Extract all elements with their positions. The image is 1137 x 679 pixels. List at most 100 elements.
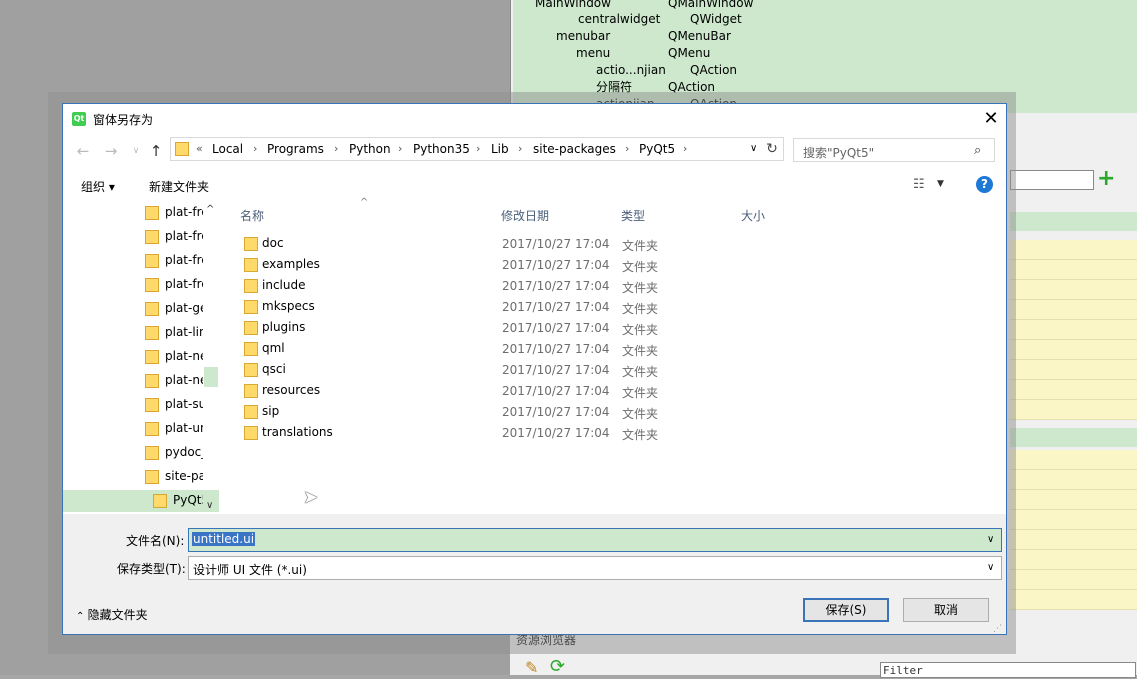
file-row[interactable]: sip 2017/10/27 17:04 文件夹 — [238, 402, 998, 423]
nav-item[interactable]: plat-netbsd — [63, 370, 219, 392]
search-placeholder: 搜索"PyQt5" — [803, 146, 875, 160]
hide-folders-label: 隐藏文件夹 — [87, 608, 148, 622]
tree-row[interactable]: centralwidget QWidget — [513, 11, 1137, 28]
nav-item[interactable]: site-packages — [63, 466, 219, 488]
chevron-right-icon[interactable]: › — [398, 142, 402, 155]
folder-icon — [145, 278, 159, 292]
column-header-size[interactable]: 大小 — [741, 207, 765, 224]
scroll-down-icon[interactable]: ∨ — [206, 500, 213, 511]
file-row[interactable]: translations 2017/10/27 17:04 文件夹 — [238, 423, 998, 444]
nav-item[interactable]: plat-netbsd — [63, 346, 219, 368]
close-button[interactable]: ✕ — [979, 108, 1003, 130]
column-header-name[interactable]: 名称 — [240, 207, 264, 224]
save-button[interactable]: 保存(S) — [803, 598, 889, 622]
resize-grip-icon[interactable]: ⋰ — [993, 624, 1002, 634]
folder-icon — [244, 342, 258, 356]
reload-icon[interactable]: ⟳ — [550, 656, 565, 677]
file-row[interactable]: plugins 2017/10/27 17:04 文件夹 — [238, 318, 998, 339]
breadcrumb-item[interactable]: Local — [212, 142, 243, 156]
nav-item-label: plat-linux — [165, 325, 203, 339]
scrollbar-thumb[interactable] — [204, 367, 218, 387]
up-icon[interactable]: ↑ — [145, 140, 167, 162]
back-icon[interactable]: ← — [72, 140, 94, 162]
filetype-select[interactable]: 设计师 UI 文件 (*.ui) ∨ — [188, 556, 1002, 580]
property-row — [1010, 240, 1137, 260]
nav-item[interactable]: plat-unixware — [63, 418, 219, 440]
chevron-down-icon[interactable]: ∨ — [987, 534, 994, 545]
chevron-down-icon[interactable]: ∨ — [750, 143, 757, 154]
breadcrumb-item[interactable]: Lib — [491, 142, 509, 156]
breadcrumb-item[interactable]: Python — [349, 142, 391, 156]
property-row — [1010, 300, 1137, 320]
file-row[interactable]: qml 2017/10/27 17:04 文件夹 — [238, 339, 998, 360]
overflow-icon[interactable]: « — [196, 142, 203, 155]
file-type: 文件夹 — [622, 428, 659, 442]
file-date: 2017/10/27 17:04 — [502, 237, 610, 251]
view-options-icon[interactable]: ☷ — [913, 177, 925, 192]
nav-item-label: plat-generic — [165, 301, 203, 315]
address-bar[interactable]: « Local › Programs › Python › Python35 ›… — [170, 137, 784, 161]
property-row — [1010, 570, 1137, 590]
search-input[interactable]: 搜索"PyQt5" ⌕ — [793, 138, 995, 162]
column-header-type[interactable]: 类型 — [621, 207, 645, 224]
breadcrumb-item[interactable]: PyQt5 — [639, 142, 675, 156]
nav-item-selected[interactable]: PyQt5 — [63, 490, 219, 512]
breadcrumb-item[interactable]: Python35 — [413, 142, 470, 156]
chevron-right-icon[interactable]: › — [253, 142, 257, 155]
search-icon[interactable]: ⌕ — [974, 143, 981, 158]
nav-item[interactable]: pydoc_data — [63, 442, 219, 464]
dialog-title: 窗体另存为 — [93, 113, 154, 127]
folder-icon — [145, 446, 159, 460]
title-bar[interactable]: Qt 窗体另存为 ✕ — [63, 104, 1006, 134]
filename-input[interactable]: untitled.ui ∨ — [188, 528, 1002, 552]
folder-icon — [244, 279, 258, 293]
chevron-down-icon[interactable]: ∨ — [987, 562, 994, 573]
folder-icon — [145, 470, 159, 484]
file-row[interactable]: include 2017/10/27 17:04 文件夹 — [238, 276, 998, 297]
hide-folders-toggle[interactable]: ⌃ 隐藏文件夹 — [76, 606, 148, 623]
tree-row[interactable]: actio...njian QAction — [513, 62, 1137, 79]
file-row[interactable]: qsci 2017/10/27 17:04 文件夹 — [238, 360, 998, 381]
folder-icon — [244, 384, 258, 398]
forward-icon[interactable]: → — [100, 140, 122, 162]
help-icon[interactable]: ? — [976, 176, 993, 193]
breadcrumb-item[interactable]: site-packages — [533, 142, 616, 156]
nav-item[interactable]: plat-linux — [63, 322, 219, 344]
chevron-down-icon[interactable]: ▼ — [937, 179, 944, 189]
tree-row[interactable]: menu QMenu — [513, 45, 1137, 62]
nav-item[interactable]: plat-freebsd — [63, 202, 219, 224]
refresh-icon[interactable]: ↻ — [763, 140, 781, 158]
organize-button[interactable]: 组织 ▾ — [81, 178, 115, 195]
filename-value[interactable]: untitled.ui — [192, 532, 256, 546]
new-folder-button[interactable]: 新建文件夹 — [149, 178, 209, 195]
scroll-up-icon[interactable]: ^ — [206, 204, 214, 215]
cancel-button[interactable]: 取消 — [903, 598, 989, 622]
column-header-date[interactable]: 修改日期 — [501, 207, 549, 224]
breadcrumb-item[interactable]: Programs — [267, 142, 324, 156]
nav-item[interactable]: plat-freebsd — [63, 226, 219, 248]
tree-row[interactable]: menubar QMenuBar — [513, 28, 1137, 45]
filter-input[interactable]: Filter — [880, 662, 1136, 678]
file-row[interactable]: resources 2017/10/27 17:04 文件夹 — [238, 381, 998, 402]
folder-icon — [244, 321, 258, 335]
file-date: 2017/10/27 17:04 — [502, 258, 610, 272]
chevron-right-icon[interactable]: › — [518, 142, 522, 155]
chevron-right-icon[interactable]: › — [683, 142, 687, 155]
nav-item[interactable]: plat-freebsd — [63, 250, 219, 272]
nav-item[interactable]: plat-freebsd — [63, 274, 219, 296]
chevron-right-icon[interactable]: › — [476, 142, 480, 155]
edit-resources-icon[interactable]: ✎ — [525, 658, 538, 677]
file-row[interactable]: mkspecs 2017/10/27 17:04 文件夹 — [238, 297, 998, 318]
nav-item[interactable]: plat-generic — [63, 298, 219, 320]
file-row[interactable]: examples 2017/10/27 17:04 文件夹 — [238, 255, 998, 276]
file-type: 文件夹 — [622, 302, 659, 316]
add-property-icon[interactable]: + — [1097, 168, 1115, 190]
file-row[interactable]: doc 2017/10/27 17:04 文件夹 — [238, 234, 998, 255]
chevron-right-icon[interactable]: › — [334, 142, 338, 155]
property-filter-input[interactable] — [1010, 170, 1094, 190]
chevron-right-icon[interactable]: › — [625, 142, 629, 155]
property-row — [1010, 490, 1137, 510]
nav-item[interactable]: plat-sunos — [63, 394, 219, 416]
recent-dropdown-icon[interactable]: ∨ — [125, 140, 147, 162]
property-row — [1010, 320, 1137, 340]
